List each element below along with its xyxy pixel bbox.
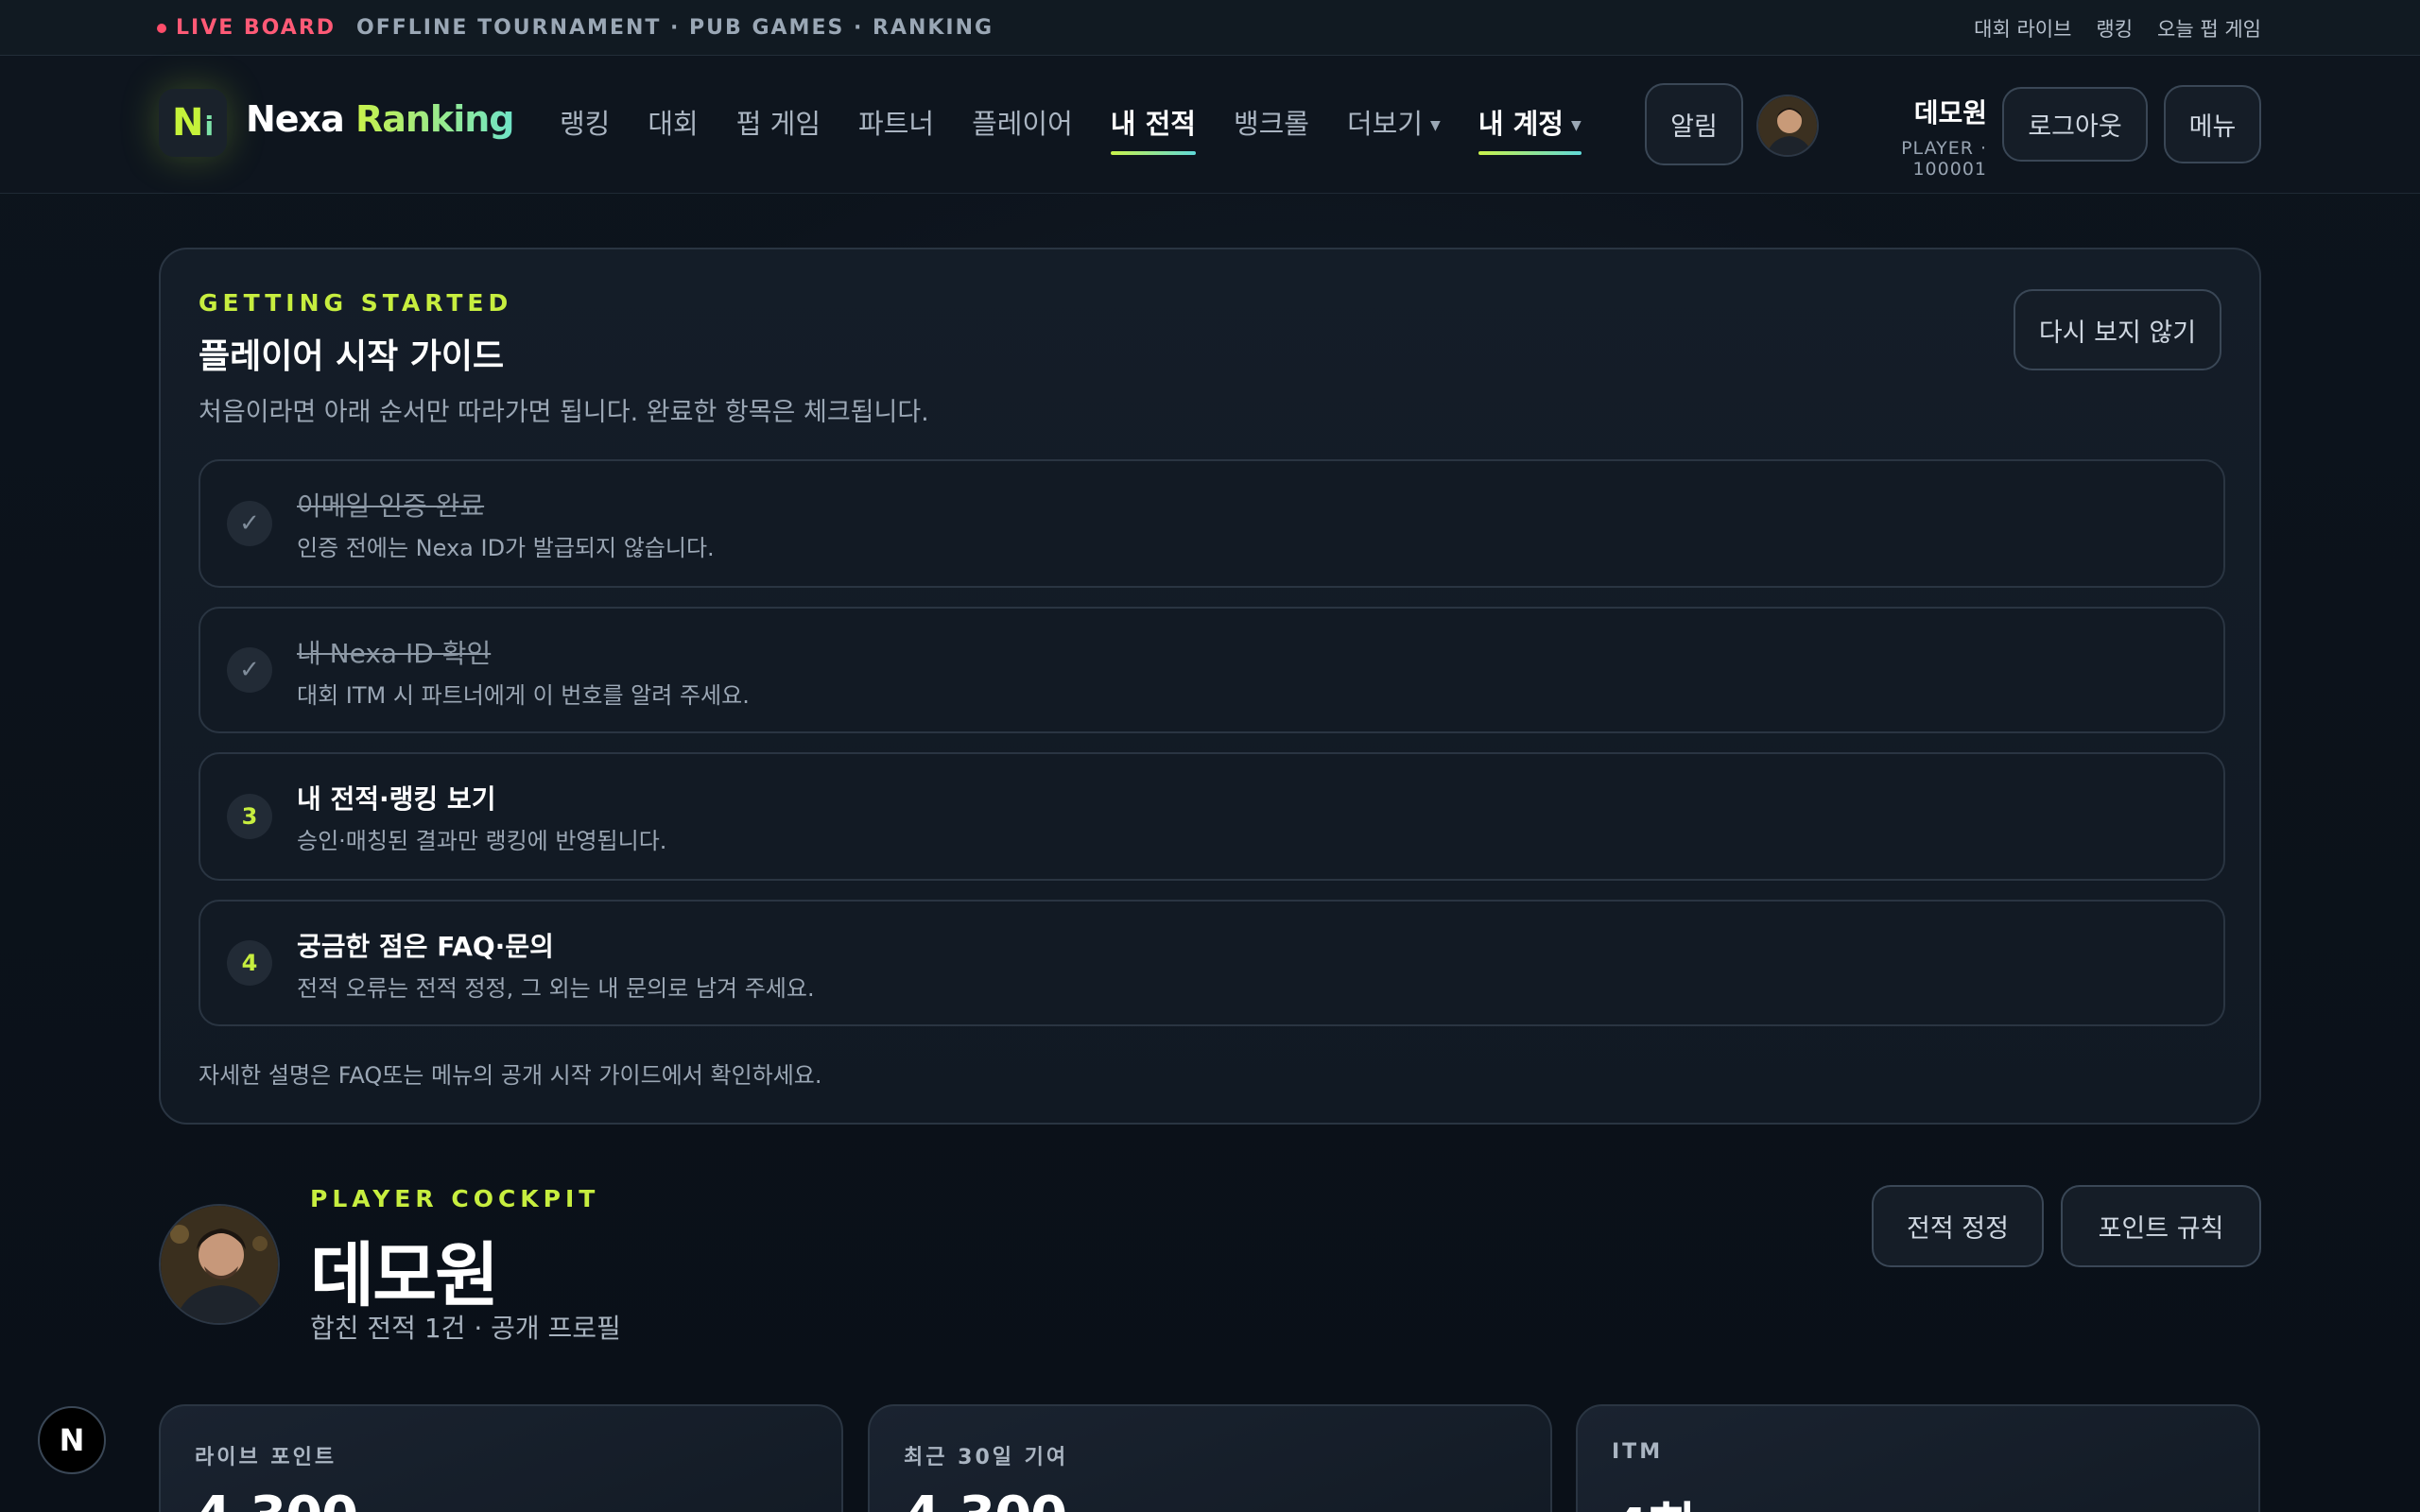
user-id: PLAYER · 100001 [1901, 138, 1987, 180]
step-number-badge: 3 [227, 794, 272, 839]
nav-more[interactable]: 더보기 ▼ [1347, 102, 1441, 155]
logo-mark-small: i [204, 111, 215, 142]
step-title: 궁금한 점은 FAQ·문의 [297, 931, 554, 962]
nav-my-record[interactable]: 내 전적 [1110, 102, 1197, 155]
logo-mark: N [171, 101, 204, 145]
nav-ranking[interactable]: 랭킹 [560, 102, 610, 155]
nav-bankroll[interactable]: 뱅크롤 [1234, 102, 1309, 155]
stat-value: 4,300 [904, 1486, 1067, 1512]
nav-partners[interactable]: 파트너 [858, 102, 934, 155]
check-icon: ✓ [227, 501, 272, 546]
stat-label: 라이브 포인트 [195, 1446, 337, 1469]
nav-players[interactable]: 플레이어 [972, 102, 1073, 155]
nav-tournaments[interactable]: 대회 [648, 102, 698, 155]
main-nav: 랭킹 대회 펍 게임 파트너 플레이어 내 전적 뱅크롤 더보기 ▼ 내 계정 ▼ [560, 102, 1582, 155]
brand-name-a: Nexa [246, 98, 345, 140]
point-rules-button[interactable]: 포인트 규칙 [2061, 1185, 2261, 1267]
player-name: 데모원 [310, 1235, 499, 1316]
player-avatar [159, 1204, 280, 1325]
strip-link-pub-games[interactable]: 오늘 펍 게임 [2157, 14, 2261, 43]
stat-label: ITM [1612, 1440, 1664, 1464]
nav-my-account[interactable]: 내 계정 ▼ [1478, 102, 1582, 155]
step-description: 전적 오류는 전적 정정, 그 외는 내 문의로 남겨 주세요. [297, 975, 815, 1002]
stat-value: 4,300 [195, 1486, 358, 1512]
top-strip: LIVE BOARD OFFLINE TOURNAMENT · PUB GAME… [0, 0, 2420, 56]
dismiss-guide-button[interactable]: 다시 보지 않기 [2014, 289, 2221, 370]
record-correction-button[interactable]: 전적 정정 [1872, 1185, 2044, 1267]
stat-itm: ITM 4회 [1576, 1404, 2260, 1512]
live-dot-icon [157, 23, 166, 33]
logout-button[interactable]: 로그아웃 [2002, 87, 2148, 162]
step-title: 내 전적·랭킹 보기 [297, 783, 496, 815]
guide-step-faq[interactable]: 4 궁금한 점은 FAQ·문의 전적 오류는 전적 정정, 그 외는 내 문의로… [199, 900, 2225, 1026]
strip-link-ranking[interactable]: 랭킹 [2096, 14, 2133, 43]
logo-icon[interactable]: Ni [159, 89, 227, 157]
guide-title: 플레이어 시작 가이드 [199, 337, 505, 376]
live-label: LIVE BOARD [176, 16, 337, 40]
main-header: Ni Nexa Ranking 랭킹 대회 펍 게임 파트너 플레이어 내 전적… [0, 57, 2420, 194]
menu-button[interactable]: 메뉴 [2164, 85, 2261, 163]
chevron-down-icon: ▼ [1570, 118, 1582, 133]
guide-footnote: 자세한 설명은 FAQ또는 메뉴의 공개 시작 가이드에서 확인하세요. [199, 1062, 822, 1089]
step-title: 이메일 인증 완료 [297, 490, 485, 522]
live-board-badge: LIVE BOARD [157, 16, 336, 40]
stat-live-points: 라이브 포인트 4,300 [159, 1404, 843, 1512]
guide-step-nexa-id[interactable]: ✓ 내 Nexa ID 확인 대회 ITM 시 파트너에게 이 번호를 알려 주… [199, 607, 2225, 733]
player-avatar-image [161, 1206, 278, 1323]
strip-link-live[interactable]: 대회 라이브 [1974, 14, 2071, 43]
nav-pub-games[interactable]: 펍 게임 [736, 102, 821, 155]
check-icon: ✓ [227, 647, 272, 693]
avatar-image [1758, 96, 1817, 155]
player-subtitle: 합친 전적 1건 · 공개 프로필 [310, 1313, 621, 1344]
strip-subtitle: OFFLINE TOURNAMENT · PUB GAMES · RANKING [356, 16, 994, 40]
step-description: 승인·매칭된 결과만 랭킹에 반영됩니다. [297, 828, 667, 854]
guide-eyebrow: GETTING STARTED [199, 289, 513, 317]
step-description: 인증 전에는 Nexa ID가 발급되지 않습니다. [297, 535, 715, 561]
floating-n-icon[interactable]: N [38, 1406, 106, 1474]
brand-name[interactable]: Nexa Ranking [246, 98, 515, 140]
alert-button[interactable]: 알림 [1645, 83, 1743, 165]
stat-label: 최근 30일 기여 [904, 1446, 1069, 1469]
chevron-down-icon: ▼ [1430, 118, 1441, 133]
step-description: 대회 ITM 시 파트너에게 이 번호를 알려 주세요. [297, 682, 750, 709]
cockpit-eyebrow: PLAYER COCKPIT [310, 1185, 600, 1212]
stat-30day-contribution: 최근 30일 기여 4,300 [868, 1404, 1552, 1512]
step-title: 내 Nexa ID 확인 [297, 638, 492, 669]
brand-name-b: Ranking [354, 98, 515, 140]
step-number-badge: 4 [227, 940, 272, 986]
avatar[interactable] [1756, 94, 1819, 157]
guide-step-ranking[interactable]: 3 내 전적·랭킹 보기 승인·매칭된 결과만 랭킹에 반영됩니다. [199, 752, 2225, 881]
guide-description: 처음이라면 아래 순서만 따라가면 됩니다. 완료한 항목은 체크됩니다. [199, 398, 929, 427]
user-info[interactable]: 데모원 PLAYER · 100001 [1824, 93, 1987, 180]
user-name: 데모원 [1913, 97, 1987, 129]
guide-step-email[interactable]: ✓ 이메일 인증 완료 인증 전에는 Nexa ID가 발급되지 않습니다. [199, 459, 2225, 588]
stat-value: 4회 [1612, 1486, 1696, 1512]
getting-started-card: GETTING STARTED 플레이어 시작 가이드 처음이라면 아래 순서만… [159, 248, 2261, 1125]
